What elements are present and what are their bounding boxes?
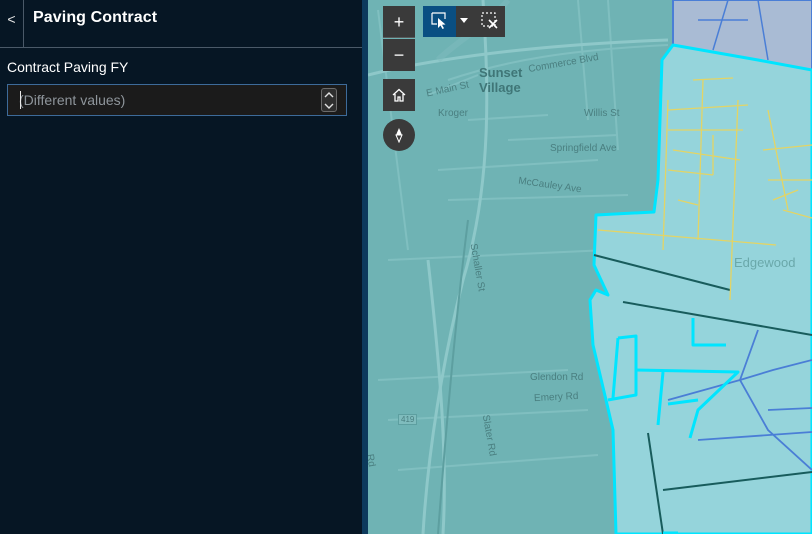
map-label-village: Village — [479, 80, 521, 95]
field-label: Contract Paving FY — [7, 59, 129, 75]
contract-paving-fy-input[interactable] — [13, 88, 313, 112]
select-pointer-icon — [431, 12, 446, 29]
map-label-emory-rd: Emery Rd — [533, 390, 579, 405]
text-caret — [20, 91, 21, 109]
map-label-willis-st: Willis St — [584, 108, 620, 119]
panel-header: < Paving Contract — [0, 0, 362, 48]
selection-toolbar — [423, 6, 505, 37]
clear-selection-icon — [481, 12, 498, 29]
home-icon — [392, 88, 406, 102]
zoom-in-button[interactable]: + — [383, 6, 415, 38]
home-button[interactable] — [383, 79, 415, 111]
route-shield-419: 419 — [398, 414, 418, 425]
chevron-up-icon[interactable] — [324, 91, 334, 99]
compass-icon — [395, 128, 403, 143]
contract-paving-fy-field[interactable] — [7, 84, 347, 116]
number-stepper[interactable] — [321, 88, 337, 112]
selection-mode-dropdown[interactable] — [456, 6, 472, 37]
chevron-down-icon[interactable] — [324, 102, 334, 110]
map-label-springfield-ave: Springfield Ave — [550, 143, 617, 154]
map-label-edgewood: Edgewood — [734, 255, 796, 270]
map-label-glendon-rd: Glendon Rd — [530, 372, 584, 383]
map-view[interactable]: Sunset Village E Main St Commerce Blvd K… — [368, 0, 812, 534]
map-label-kroger: Kroger — [438, 108, 469, 119]
compass-button[interactable] — [383, 119, 415, 151]
zoom-out-button[interactable]: − — [383, 39, 415, 71]
back-button[interactable]: < — [0, 0, 24, 47]
caret-down-icon — [460, 18, 468, 23]
select-features-button[interactable] — [423, 6, 456, 37]
clear-selection-button[interactable] — [475, 6, 505, 37]
panel-title: Paving Contract — [33, 9, 158, 26]
feature-panel: < Paving Contract Contract Paving FY — [0, 0, 362, 534]
map-label-sunset: Sunset — [479, 65, 523, 80]
